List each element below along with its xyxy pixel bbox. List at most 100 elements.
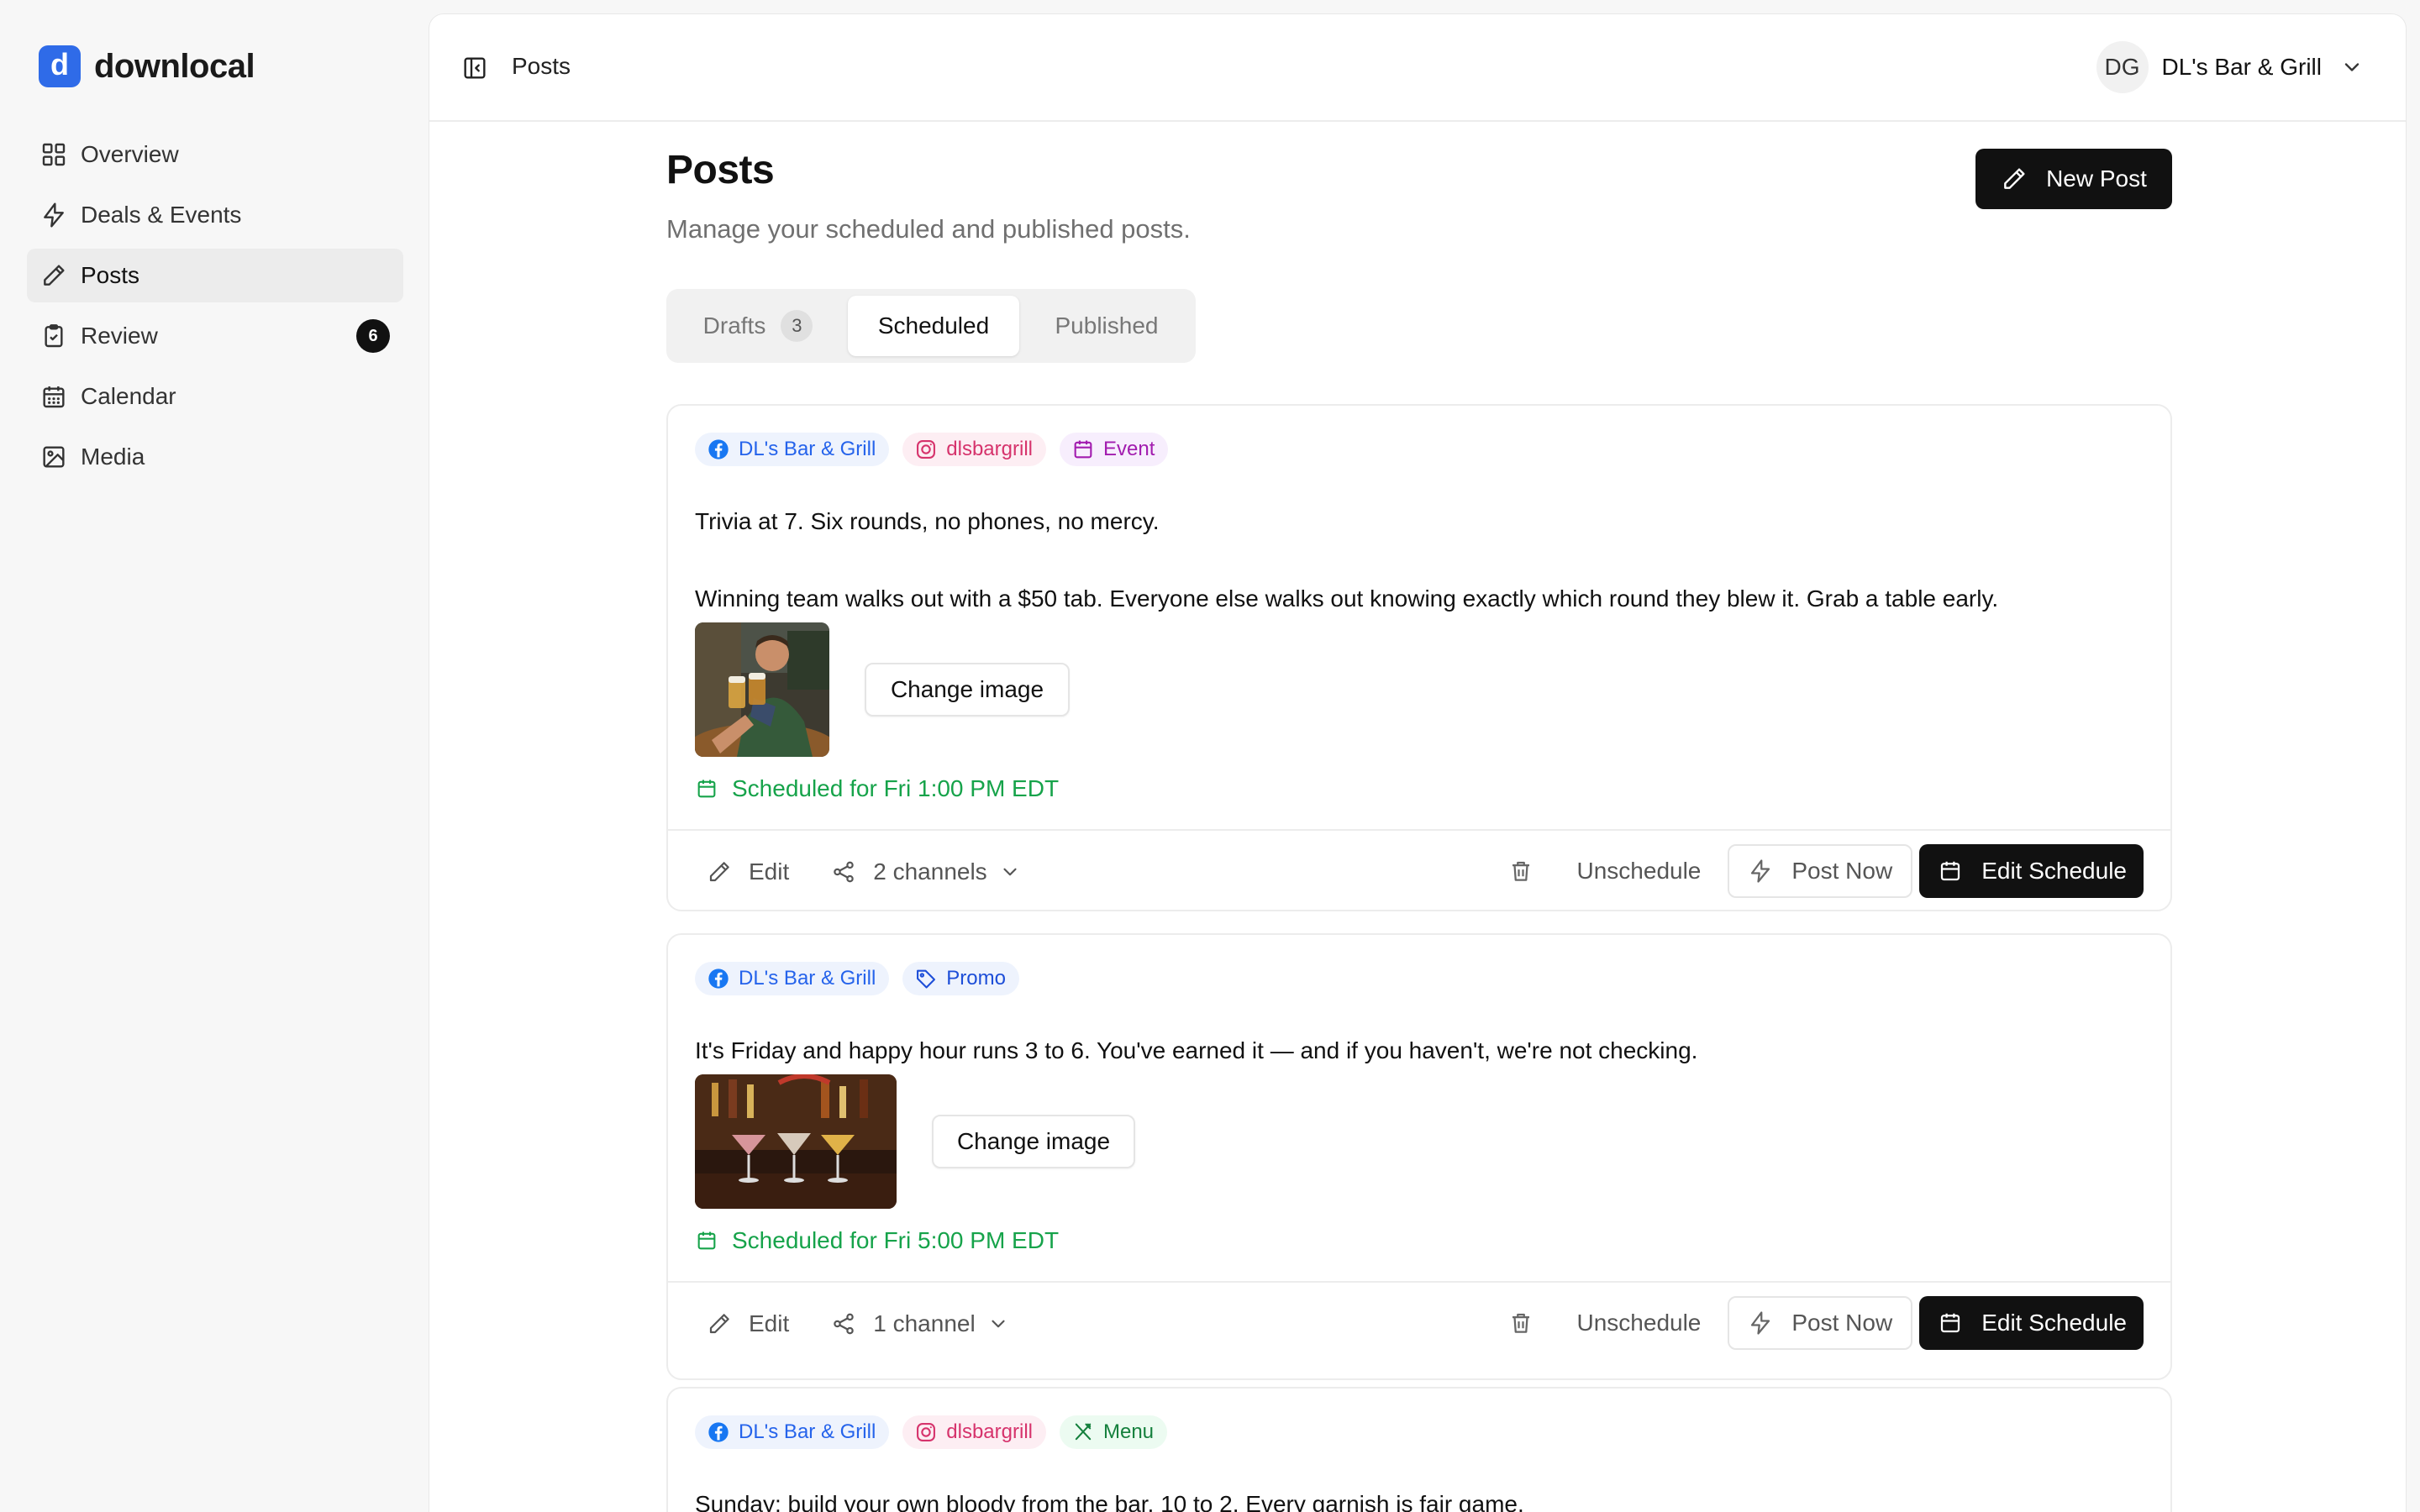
calendar-icon [695,777,718,801]
channel-chip-facebook: DL's Bar & Grill [695,433,890,466]
post-text-line: Sunday: build your own bloody from the b… [695,1491,1524,1512]
channel-chip-instagram: dlsbargrill [902,1415,1046,1449]
category-chip-menu: Menu [1059,1415,1168,1449]
new-post-button[interactable]: New Post [1975,149,2172,209]
change-image-button[interactable]: Change image [865,663,1070,717]
chip-label: Promo [946,967,1006,990]
chip-label: Event [1102,438,1155,460]
pencil-icon [40,262,67,289]
edit-schedule-label: Edit Schedule [1981,1310,2127,1336]
chip-label: dlsbargrill [946,1420,1033,1443]
channels-label: 2 channels [873,858,987,885]
chip-label: DL's Bar & Grill [739,1420,876,1443]
tab-scheduled[interactable]: Scheduled [848,296,1019,356]
chevron-down-icon [2340,55,2364,79]
post-card: DL's Bar & Grill Promo It's Friday and h… [666,933,2172,1380]
post-image-trivia[interactable] [695,622,829,757]
post-now-button[interactable]: Post Now [1728,844,1913,898]
tab-label: Published [1055,312,1159,339]
sidebar-item-media[interactable]: Media [27,430,403,484]
drafts-count-badge: 3 [781,310,813,342]
post-now-label: Post Now [1791,1310,1893,1336]
share-icon [831,859,856,885]
bolt-icon [1748,1310,1773,1336]
page-subtitle: Manage your scheduled and published post… [666,214,1191,244]
category-chip-event: Event [1059,433,1169,466]
new-post-label: New Post [2046,165,2147,192]
sidebar-item-calendar[interactable]: Calendar [27,370,403,423]
sidebar-item-label: Calendar [81,383,176,409]
sidebar-item-label: Review [81,323,158,349]
sidebar-item-review[interactable]: Review 6 [27,309,403,363]
edit-label: Edit [749,858,790,885]
channels-dropdown[interactable]: 1 channel [831,1310,1008,1337]
tab-label: Drafts [702,312,766,339]
brand-name: downlocal [94,47,255,85]
grid-icon [40,141,67,168]
schedule-info: Scheduled for Fri 5:00 PM EDT [695,1227,1059,1254]
calendar-icon [695,1229,718,1252]
edit-schedule-button[interactable]: Edit Schedule [1919,1296,2144,1350]
avatar: DG [2096,41,2149,93]
chevron-down-icon [987,1313,1009,1335]
brand[interactable]: d downlocal [39,45,255,87]
post-image-cocktails[interactable] [695,1074,897,1209]
facebook-icon [707,438,730,461]
sidebar-item-label: Media [81,444,145,470]
sidebar-item-overview[interactable]: Overview [27,128,403,181]
chip-label: Menu [1102,1420,1155,1443]
sidebar-nav: Overview Deals & Events Posts Review 6 C… [27,128,403,491]
main-panel: Posts DG DL's Bar & Grill Posts Manage y… [429,13,2407,1512]
page-title: Posts [666,148,775,192]
footer-right-actions: Unschedule Post Now Edit Schedule [1508,844,2144,898]
post-chips: DL's Bar & Grill dlsbargrill Menu [695,1415,1168,1449]
pencil-icon [707,1311,732,1336]
footer-right-actions: Unschedule Post Now Edit Schedule [1508,1296,2144,1350]
post-chips: DL's Bar & Grill dlsbargrill Event [695,433,1169,466]
account-switcher[interactable]: DG DL's Bar & Grill [2096,41,2365,93]
schedule-text: Scheduled for Fri 5:00 PM EDT [732,1227,1060,1253]
trash-icon[interactable] [1508,858,1534,884]
bolt-icon [1748,858,1773,884]
post-status-tabs: Drafts 3 Scheduled Published [666,289,1196,363]
bolt-icon [40,202,67,228]
channel-chip-instagram: dlsbargrill [902,433,1046,466]
chip-label: dlsbargrill [946,438,1033,460]
category-chip-promo: Promo [902,962,1019,995]
chevron-down-icon [999,861,1021,883]
calendar-icon [1938,1310,1963,1336]
edit-button[interactable]: Edit [707,858,789,885]
channels-label: 1 channel [873,1310,976,1336]
edit-button[interactable]: Edit [707,1310,789,1337]
post-card: DL's Bar & Grill dlsbargrill Menu Sunday… [666,1387,2172,1512]
schedule-info: Scheduled for Fri 1:00 PM EDT [695,775,1059,802]
sidebar-item-deals-events[interactable]: Deals & Events [27,188,403,242]
sidebar-item-posts[interactable]: Posts [27,249,403,302]
channels-dropdown[interactable]: 2 channels [831,858,1020,885]
chip-label: DL's Bar & Grill [739,967,876,990]
calendar-icon [1071,438,1095,461]
account-name: DL's Bar & Grill [2161,54,2323,80]
sidebar-toggle-icon[interactable] [461,55,488,81]
pencil-icon [707,859,732,885]
sidebar-item-label: Posts [81,262,140,288]
unschedule-button[interactable]: Unschedule [1577,1310,1702,1336]
trash-icon[interactable] [1508,1310,1534,1336]
post-card: DL's Bar & Grill dlsbargrill Event Trivi… [666,404,2172,911]
facebook-icon [707,967,730,990]
unschedule-button[interactable]: Unschedule [1577,858,1702,885]
tab-label: Scheduled [877,312,990,339]
post-now-label: Post Now [1791,858,1893,884]
change-image-button[interactable]: Change image [932,1115,1135,1168]
calendar-icon [1938,858,1963,884]
tab-drafts[interactable]: Drafts 3 [673,296,843,356]
calendar-icon [40,383,67,410]
clipboard-check-icon [40,323,67,349]
post-now-button[interactable]: Post Now [1728,1296,1913,1350]
tab-published[interactable]: Published [1024,296,1189,356]
edit-schedule-button[interactable]: Edit Schedule [1919,844,2144,898]
topbar: Posts DG DL's Bar & Grill [429,14,2406,122]
post-text-line: Winning team walks out with a $50 tab. E… [695,585,1999,612]
sidebar: d downlocal Overview Deals & Events Post… [0,0,429,1512]
post-card-footer: Edit 1 channel Unschedule Post Now Edit … [668,1281,2170,1363]
